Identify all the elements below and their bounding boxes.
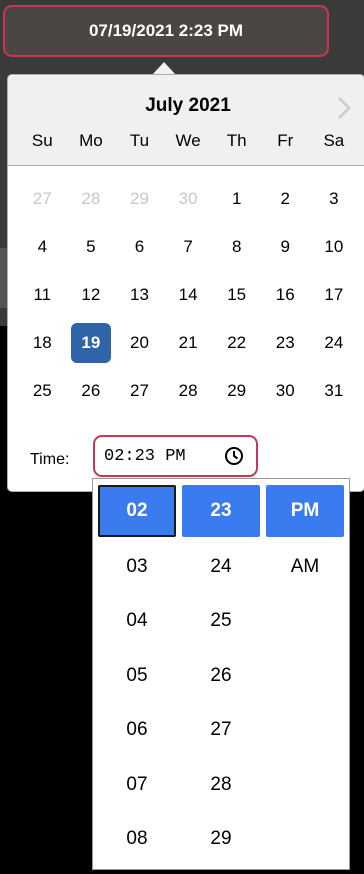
calendar-day[interactable]: 1 <box>212 179 261 219</box>
calendar-day[interactable]: 29 <box>115 179 164 219</box>
calendar-day[interactable]: 27 <box>18 179 67 219</box>
calendar-day[interactable]: 11 <box>18 275 67 315</box>
period-column[interactable]: PM AM <box>266 485 344 594</box>
calendar-day[interactable]: 20 <box>115 323 164 363</box>
calendar-week: 25 26 27 28 29 30 31 <box>18 367 362 415</box>
weekday-label: We <box>175 131 201 150</box>
weekday-label: Th <box>226 131 247 150</box>
calendar-day[interactable]: 7 <box>164 227 213 267</box>
minute-option[interactable]: 26 <box>182 649 260 704</box>
hour-column[interactable]: 02 03 04 05 06 07 08 <box>98 485 176 867</box>
weekday-header: Su Mo Tu We Th Fr Sa <box>18 131 362 153</box>
time-label: Time: <box>30 451 70 468</box>
time-value: 02:23 PM <box>104 446 186 466</box>
weekday-label: Fr <box>277 131 294 150</box>
calendar-day[interactable]: 2 <box>261 179 310 219</box>
calendar-week: 18 19 20 21 22 23 24 <box>18 319 362 367</box>
hour-option[interactable]: 06 <box>98 703 176 758</box>
calendar-day[interactable]: 10 <box>310 227 359 267</box>
hour-option[interactable]: 07 <box>98 758 176 813</box>
calendar-day[interactable]: 5 <box>67 227 116 267</box>
calendar-day[interactable]: 12 <box>67 275 116 315</box>
calendar-day[interactable]: 4 <box>18 227 67 267</box>
hour-option[interactable]: 05 <box>98 649 176 704</box>
calendar-day[interactable]: 15 <box>212 275 261 315</box>
minute-option[interactable]: 29 <box>182 812 260 867</box>
calendar-day[interactable]: 30 <box>164 179 213 219</box>
calendar-day[interactable]: 26 <box>67 371 116 411</box>
calendar-day[interactable]: 16 <box>261 275 310 315</box>
period-option[interactable]: AM <box>266 540 344 595</box>
calendar-day[interactable]: 30 <box>261 371 310 411</box>
calendar-day[interactable]: 25 <box>18 371 67 411</box>
weekday-label: Tu <box>129 131 150 150</box>
calendar-day[interactable]: 24 <box>310 323 359 363</box>
calendar-day[interactable]: 23 <box>261 323 310 363</box>
clock-icon[interactable] <box>224 446 244 466</box>
calendar-day[interactable]: 13 <box>115 275 164 315</box>
month-title: July 2021 <box>145 95 231 116</box>
weekday-label: Su <box>31 131 53 150</box>
calendar-header: July 2021 Su Mo Tu We Th Fr Sa <box>8 75 364 166</box>
time-input[interactable]: 02:23 PM <box>93 435 258 477</box>
time-picker-dropdown: 02 03 04 05 06 07 08 23 24 25 26 27 28 2… <box>92 478 350 870</box>
day-grid: 27 28 29 30 1 2 3 4 5 6 7 8 9 10 11 12 1… <box>18 175 362 415</box>
calendar-day[interactable]: 17 <box>310 275 359 315</box>
hour-option[interactable]: 08 <box>98 812 176 867</box>
calendar-day[interactable]: 27 <box>115 371 164 411</box>
calendar-day[interactable]: 3 <box>310 179 359 219</box>
chevron-right-icon[interactable] <box>330 95 356 121</box>
calendar-day[interactable]: 28 <box>164 371 213 411</box>
hour-option[interactable]: 04 <box>98 594 176 649</box>
calendar-day[interactable]: 8 <box>212 227 261 267</box>
calendar-week: 11 12 13 14 15 16 17 <box>18 271 362 319</box>
calendar-day[interactable]: 9 <box>261 227 310 267</box>
calendar-day[interactable]: 31 <box>310 371 359 411</box>
calendar-week: 4 5 6 7 8 9 10 <box>18 223 362 271</box>
calendar-day[interactable]: 28 <box>67 179 116 219</box>
minute-option-selected[interactable]: 23 <box>182 485 260 537</box>
weekday-label: Sa <box>323 131 345 150</box>
weekday-label: Mo <box>79 131 103 150</box>
selected-day-label: 19 <box>70 323 111 363</box>
minute-option[interactable]: 28 <box>182 758 260 813</box>
hour-option[interactable]: 03 <box>98 540 176 595</box>
calendar-day[interactable]: 22 <box>212 323 261 363</box>
calendar-day-selected[interactable]: 19 <box>67 323 116 363</box>
minute-column[interactable]: 23 24 25 26 27 28 29 <box>182 485 260 867</box>
calendar-day[interactable]: 6 <box>115 227 164 267</box>
datepicker-popup: July 2021 Su Mo Tu We Th Fr Sa 27 28 29 … <box>7 74 364 492</box>
calendar-day[interactable]: 18 <box>18 323 67 363</box>
minute-option[interactable]: 25 <box>182 594 260 649</box>
minute-option[interactable]: 27 <box>182 703 260 758</box>
period-option-selected[interactable]: PM <box>266 485 344 537</box>
calendar-day[interactable]: 29 <box>212 371 261 411</box>
hour-option-selected[interactable]: 02 <box>98 485 176 537</box>
calendar-day[interactable]: 21 <box>164 323 213 363</box>
calendar-day[interactable]: 14 <box>164 275 213 315</box>
minute-option[interactable]: 24 <box>182 540 260 595</box>
datetime-input[interactable]: 07/19/2021 2:23 PM <box>3 5 329 57</box>
calendar-week: 27 28 29 30 1 2 3 <box>18 175 362 223</box>
